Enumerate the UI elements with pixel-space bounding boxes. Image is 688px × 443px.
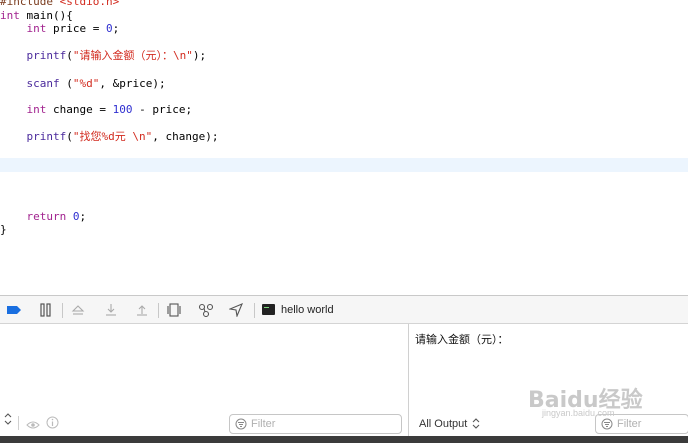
code-line[interactable]: int change = 100 - price; [0, 103, 688, 117]
memory-graph-icon[interactable] [198, 302, 214, 318]
output-selector-label: All Output [419, 418, 468, 430]
code-token: , change); [152, 130, 219, 143]
toolbar-separator [254, 303, 255, 318]
code-token: return [26, 210, 67, 223]
code-token: 100 [112, 103, 133, 116]
code-line[interactable] [0, 63, 688, 77]
code-token: int [26, 103, 47, 116]
code-token: printf [26, 130, 67, 143]
code-token: <stdio.h> [59, 0, 120, 8]
pane-separator [18, 416, 19, 430]
terminal-icon [262, 304, 275, 315]
view-hierarchy-icon[interactable] [166, 302, 182, 318]
code-line[interactable] [0, 117, 688, 131]
code-token: ); [192, 49, 207, 62]
breakpoints-toggle-icon[interactable] [6, 302, 22, 318]
pause-icon[interactable] [38, 302, 54, 318]
code-token: ( [66, 49, 73, 62]
toolbar-separator [158, 303, 159, 318]
code-line[interactable]: int main(){ [0, 9, 688, 23]
info-icon[interactable] [46, 416, 59, 434]
code-token: change = [46, 103, 113, 116]
baidu-watermark-url: jingyan.baidu.com [542, 408, 615, 418]
code-token: ( [66, 130, 73, 143]
code-line[interactable]: printf("请输入金额（元）：\n"); [0, 49, 688, 63]
code-line[interactable] [0, 186, 688, 200]
filter-icon [601, 418, 613, 430]
code-token: "请输入金额（元）：\n" [72, 49, 193, 62]
code-token: printf [26, 49, 67, 62]
code-token: int [26, 22, 47, 35]
code-token: int [0, 9, 20, 22]
code-line[interactable] [0, 172, 688, 186]
target-name[interactable]: hello world [281, 304, 334, 316]
code-line[interactable]: scanf ("%d", &price); [0, 77, 688, 91]
code-token: - price; [132, 103, 193, 116]
code-token: 0 [72, 210, 80, 223]
eye-icon[interactable] [26, 417, 40, 435]
step-over-icon[interactable] [70, 302, 86, 318]
code-token: ; [79, 210, 87, 223]
code-line[interactable] [0, 158, 688, 172]
filter-placeholder: Filter [617, 418, 642, 430]
code-line[interactable]: printf("找您%d元 \n", change); [0, 130, 688, 144]
dock-strip [0, 436, 688, 443]
step-into-icon[interactable] [103, 302, 119, 318]
code-line[interactable] [0, 36, 688, 50]
code-token: main(){ [19, 9, 73, 22]
code-token: , &price); [99, 77, 166, 90]
code-token: ; [112, 22, 120, 35]
code-line[interactable]: #include <stdio.h> [0, 0, 688, 9]
console-output: 请输入金额（元）： [415, 334, 509, 346]
code-token: "找您%d元 \n" [72, 130, 153, 143]
debug-toolbar: hello world [0, 295, 688, 324]
code-line[interactable]: int price = 0; [0, 22, 688, 36]
toolbar-separator [62, 303, 63, 318]
code-token: ( [59, 77, 73, 90]
variables-scope-selector[interactable] [4, 413, 12, 437]
step-out-icon[interactable] [134, 302, 150, 318]
code-token: scanf [26, 77, 60, 90]
chevron-updown-icon [472, 418, 480, 429]
filter-placeholder: Filter [251, 418, 276, 430]
filter-icon [235, 418, 247, 430]
code-token: price = [46, 22, 106, 35]
code-line[interactable]: } [0, 223, 688, 237]
code-token: } [0, 223, 7, 236]
location-icon[interactable] [228, 302, 244, 318]
variables-pane[interactable]: Filter [0, 324, 407, 436]
code-editor[interactable]: #include <stdio.h> int main(){ int price … [0, 0, 688, 295]
variables-filter-field[interactable]: Filter [229, 414, 402, 434]
code-token: 0 [105, 22, 113, 35]
code-line[interactable] [0, 144, 688, 158]
code-token: #include [0, 0, 60, 8]
code-token: "%d" [72, 77, 100, 90]
console-pane[interactable]: 请输入金额（元）： All Output Filter [408, 324, 688, 436]
code-line[interactable]: return 0; [0, 210, 688, 224]
